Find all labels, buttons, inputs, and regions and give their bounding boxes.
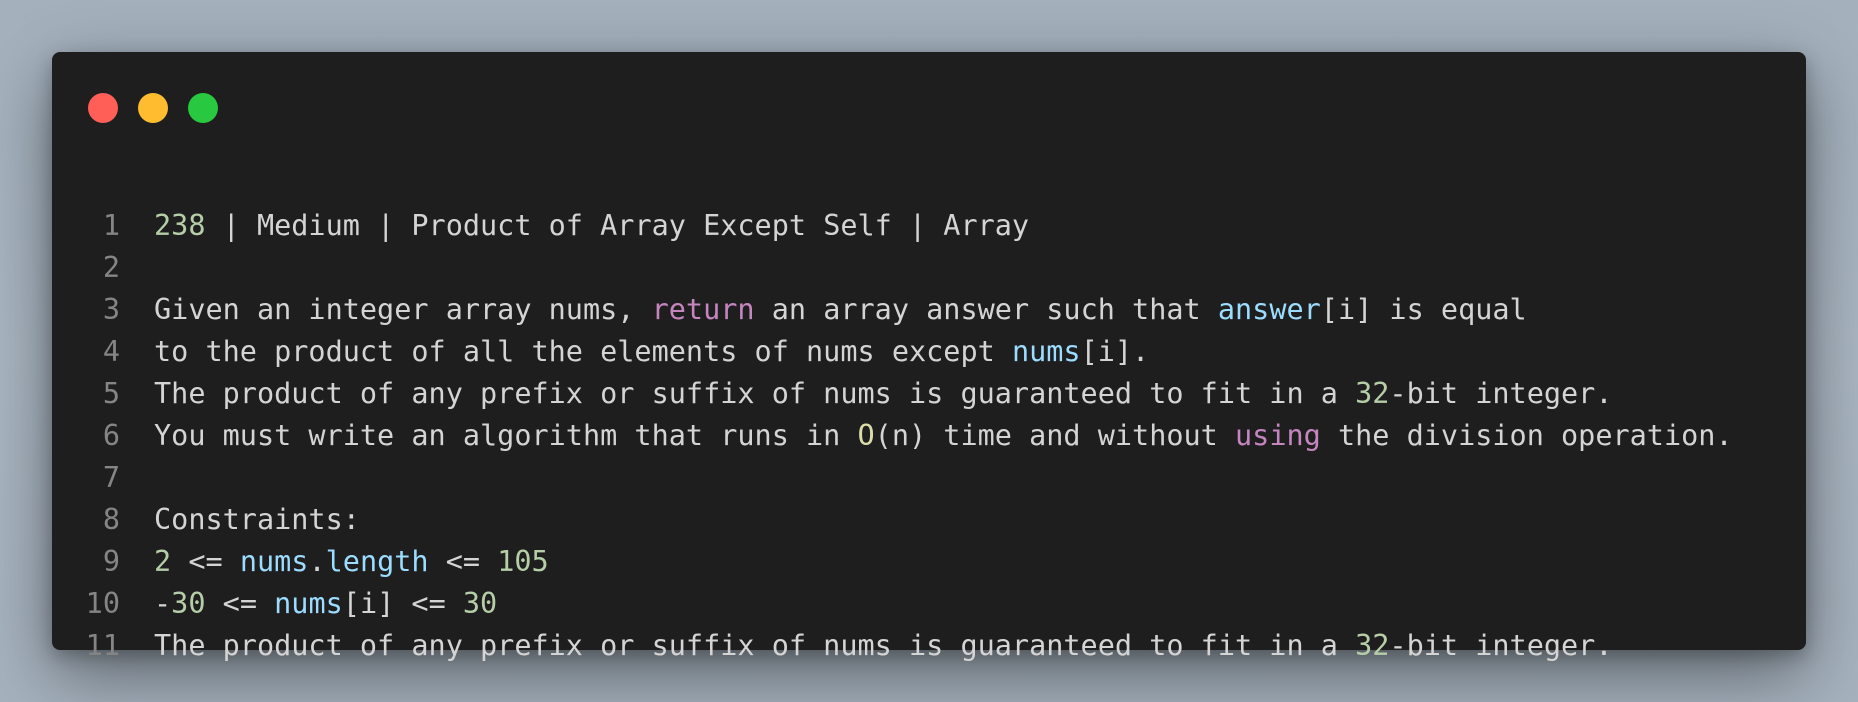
line-text: The product of any prefix or suffix of n…: [154, 373, 1612, 415]
code-line: 11 The product of any prefix or suffix of…: [52, 625, 1806, 667]
code-token: 32: [1355, 377, 1390, 410]
code-token: nums: [1011, 335, 1081, 368]
code-line: 2: [52, 247, 1806, 289]
code-line: 1 238 | Medium | Product of Array Except …: [52, 205, 1806, 247]
code-line: 5 The product of any prefix or suffix of …: [52, 373, 1806, 415]
code-token: to the product of all the elements of nu…: [154, 335, 1012, 368]
code-token: <=: [205, 587, 275, 620]
line-text: The product of any prefix or suffix of n…: [154, 625, 1612, 667]
line-number: 4: [102, 335, 120, 368]
maximize-dot[interactable]: [188, 93, 218, 123]
line-number: 3: [102, 293, 120, 326]
close-dot[interactable]: [88, 93, 118, 123]
code-token: return: [651, 293, 755, 326]
code-token: answer: [1217, 293, 1321, 326]
code-token: [i] is equal: [1320, 293, 1527, 326]
window-controls: [88, 93, 218, 123]
line-number: 5: [102, 377, 120, 410]
code-token: 2: [154, 545, 172, 578]
line-number: 10: [85, 587, 120, 620]
code-token: The product of any prefix or suffix of n…: [154, 377, 1356, 410]
code-token: <=: [428, 545, 498, 578]
code-block: 1 238 | Medium | Product of Array Except …: [52, 205, 1806, 667]
code-token: .: [308, 545, 326, 578]
code-token: nums: [239, 545, 309, 578]
code-token: O: [857, 419, 875, 452]
code-line: 9 2 <= nums.length <= 105: [52, 541, 1806, 583]
line-text: Constraints:: [154, 499, 360, 541]
code-token: -: [154, 587, 172, 620]
line-number: 11: [85, 629, 120, 662]
code-line: 8 Constraints:: [52, 499, 1806, 541]
code-token: The product of any prefix or suffix of n…: [154, 629, 1356, 662]
code-token: using: [1235, 419, 1321, 452]
code-line: 7: [52, 457, 1806, 499]
line-text: You must write an algorithm that runs in…: [154, 415, 1733, 457]
code-token: 238: [154, 209, 206, 242]
minimize-dot[interactable]: [138, 93, 168, 123]
code-token: <=: [171, 545, 240, 578]
line-number: 9: [102, 545, 120, 578]
code-token: [i].: [1080, 335, 1150, 368]
code-token: [i] <=: [342, 587, 463, 620]
code-token: -bit integer.: [1389, 377, 1613, 410]
code-token: 32: [1355, 629, 1390, 662]
line-number: 7: [102, 461, 120, 494]
line-text: to the product of all the elements of nu…: [154, 331, 1149, 373]
code-line: 6 You must write an algorithm that runs i…: [52, 415, 1806, 457]
code-token: You must write an algorithm that runs in: [154, 419, 858, 452]
line-number: 6: [102, 419, 120, 452]
line-text: Given an integer array nums, return an a…: [154, 289, 1527, 331]
code-token: -bit integer.: [1389, 629, 1613, 662]
line-number: 2: [102, 251, 120, 284]
line-text: 2 <= nums.length <= 105: [154, 541, 549, 583]
line-text: 238 | Medium | Product of Array Except S…: [154, 205, 1029, 247]
code-line: 10 -30 <= nums[i] <= 30: [52, 583, 1806, 625]
code-token: length: [325, 545, 429, 578]
code-token: an array answer such that: [754, 293, 1218, 326]
code-line: 3 Given an integer array nums, return an …: [52, 289, 1806, 331]
code-token: 105: [497, 545, 549, 578]
code-token: Given an integer array nums,: [154, 293, 652, 326]
code-token: the division operation.: [1320, 419, 1733, 452]
line-number: 1: [102, 209, 120, 242]
code-token: 30: [171, 587, 206, 620]
line-number: 8: [102, 503, 120, 536]
code-token: Constraints:: [154, 503, 360, 536]
line-text: -30 <= nums[i] <= 30: [154, 583, 497, 625]
code-line: 4 to the product of all the elements of n…: [52, 331, 1806, 373]
code-token: (n) time and without: [874, 419, 1235, 452]
code-token: nums: [274, 587, 343, 620]
code-window: 1 238 | Medium | Product of Array Except …: [52, 52, 1806, 662]
code-token: 30: [462, 587, 498, 620]
code-token: | Medium | Product of Array Except Self …: [205, 209, 1030, 242]
